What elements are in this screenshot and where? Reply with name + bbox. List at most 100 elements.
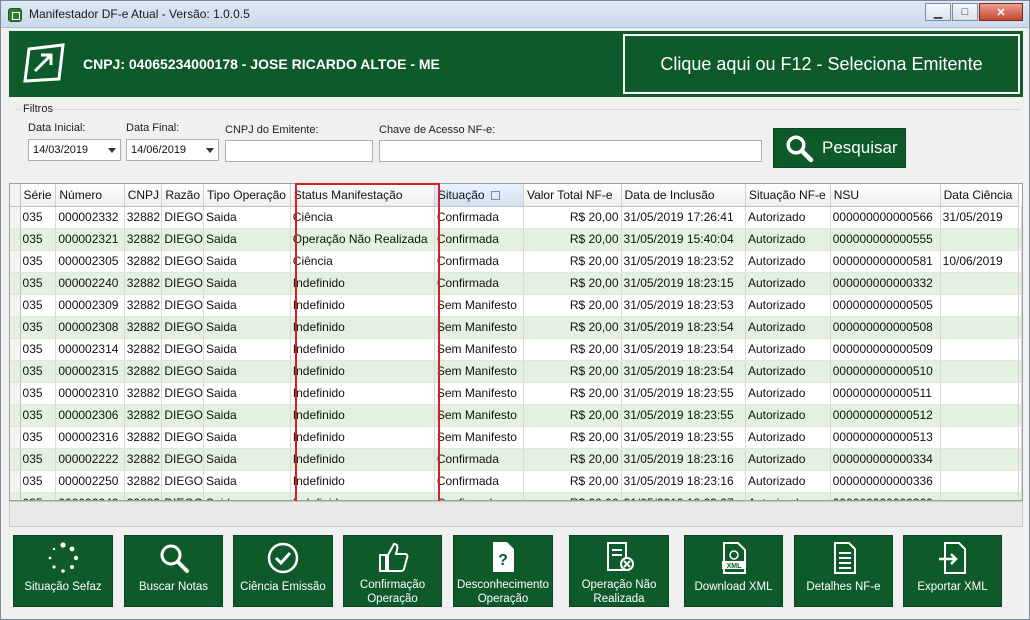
cell-tipo-operacao[interactable]: Saida <box>203 382 291 405</box>
cell-razao[interactable]: DIEGO <box>161 250 204 273</box>
cell-razao[interactable]: DIEGO <box>161 294 204 317</box>
cell-serie[interactable]: 035 <box>20 360 57 383</box>
cell-situacao-nfe[interactable]: Autorizado <box>745 206 831 229</box>
cell-serie[interactable]: 035 <box>20 228 57 251</box>
cell-razao[interactable]: DIEGO <box>161 272 204 295</box>
cell-cnpj[interactable]: 32882 <box>124 382 163 405</box>
row-header[interactable] <box>10 316 21 339</box>
title-bar[interactable]: Manifestador DF-e Atual - Versão: 1.0.0.… <box>1 1 1029 28</box>
column-header-status-manifestacao[interactable]: Status Manifestação <box>290 184 435 207</box>
cell-data-inclusao[interactable]: 31/05/2019 18:23:54 <box>621 360 747 383</box>
column-header-situacao[interactable]: Situação <box>434 184 524 207</box>
cell-numero[interactable]: 000002315 <box>55 360 125 383</box>
row-header[interactable] <box>10 338 21 361</box>
cell-tipo-operacao[interactable]: Saida <box>203 228 291 251</box>
cell-numero[interactable]: 000002222 <box>55 448 125 471</box>
cell-valor-total[interactable]: R$ 20,00 <box>523 492 622 500</box>
filter-icon[interactable] <box>490 191 500 201</box>
cell-status-manifestacao[interactable]: Indefinido <box>290 294 435 317</box>
cell-data-inclusao[interactable]: 31/05/2019 18:23:52 <box>621 250 747 273</box>
column-header-situacao-nfe[interactable]: Situação NF-e <box>745 184 831 207</box>
cell-status-manifestacao[interactable]: Ciência <box>290 250 435 273</box>
cell-status-manifestacao[interactable]: Indefinido <box>290 272 435 295</box>
cell-situacao-nfe[interactable]: Autorizado <box>745 250 831 273</box>
search-button[interactable]: Pesquisar <box>773 128 906 168</box>
cell-cnpj[interactable]: 32882 <box>124 272 163 295</box>
table-row[interactable]: 03500000224232882DIEGOSaidaIndefinidoCon… <box>10 492 1022 500</box>
horizontal-scrollbar[interactable] <box>9 501 1023 527</box>
row-header[interactable] <box>10 426 21 449</box>
cell-valor-total[interactable]: R$ 20,00 <box>523 448 622 471</box>
table-row[interactable]: 035 000002306 32882 DIEGO Saida Indefinido Sem… <box>10 404 1022 427</box>
cell-numero[interactable]: 000002308 <box>55 316 125 339</box>
cell-situacao-nfe[interactable]: Autorizado <box>745 404 831 427</box>
cell-numero[interactable]: 000002240 <box>55 272 125 295</box>
cell-numero[interactable]: 000002314 <box>55 338 125 361</box>
cell-situacao[interactable]: Sem Manifesto <box>434 294 524 317</box>
cell-data-inclusao[interactable]: 31/05/2019 18:23:55 <box>621 382 747 405</box>
cell-situacao[interactable]: Confirmada <box>434 272 524 295</box>
cell-status-manifestacao[interactable]: Indefinido <box>290 338 435 361</box>
restore-button[interactable]: □ <box>952 3 978 21</box>
cell-razao[interactable]: DIEGO <box>161 360 204 383</box>
cell-valor-total[interactable]: R$ 20,00 <box>523 228 622 251</box>
cell-data-ciencia[interactable] <box>940 316 1020 339</box>
exportar-xml-button[interactable]: Exportar XML <box>903 535 1002 607</box>
cell-razao[interactable]: DIEGO <box>161 206 204 229</box>
table-row[interactable]: 035 000002308 32882 DIEGO Saida Indefinido Sem… <box>10 316 1022 339</box>
cell-situacao[interactable]: Confirmada <box>434 250 524 273</box>
ciencia-emissao-button[interactable]: Ciência Emissão <box>233 535 333 607</box>
cell-razao[interactable]: DIEGO <box>161 228 204 251</box>
table-row[interactable]: 035 000002332 32882 DIEGO Saida Ciência Confir… <box>10 206 1022 229</box>
cell-tipo-operacao[interactable]: Saida <box>203 404 291 427</box>
cell-nsu[interactable]: 000000000000510 <box>830 360 941 383</box>
cell-situacao[interactable]: Sem Manifesto <box>434 382 524 405</box>
table-row[interactable]: 035 000002240 32882 DIEGO Saida Indefinido Con… <box>10 272 1022 295</box>
column-header-valor-total[interactable]: Valor Total NF-e <box>523 184 622 207</box>
row-header[interactable] <box>10 448 21 471</box>
cell-valor-total[interactable]: R$ 20,00 <box>523 426 622 449</box>
cell-nsu[interactable]: 000000000000360 <box>830 492 941 500</box>
cell-nsu[interactable]: 000000000000511 <box>830 382 941 405</box>
cnpj-emitente-input[interactable] <box>225 140 373 162</box>
buscar-notas-button[interactable]: Buscar Notas <box>124 535 223 607</box>
cell-situacao[interactable]: Confirmada <box>434 470 524 493</box>
table-row[interactable]: 035 000002321 32882 DIEGO Saida Operação Não … <box>10 228 1022 251</box>
cell-razao[interactable]: DIEGO <box>161 426 204 449</box>
cell-nsu[interactable]: 000000000000512 <box>830 404 941 427</box>
cell-situacao[interactable]: Confirmada <box>434 448 524 471</box>
cell-nsu[interactable]: 000000000000336 <box>830 470 941 493</box>
cell-data-inclusao[interactable]: 31/05/2019 18:23:16 <box>621 470 747 493</box>
cell-status-manifestacao[interactable]: Indefinido <box>290 316 435 339</box>
cell-numero[interactable]: 000002305 <box>55 250 125 273</box>
confirmacao-operacao-button[interactable]: Confirmação Operação <box>343 535 442 607</box>
cell-valor-total[interactable]: R$ 20,00 <box>523 382 622 405</box>
table-row[interactable]: 035 000002314 32882 DIEGO Saida Indefinido Sem… <box>10 338 1022 361</box>
cell-numero[interactable]: 000002306 <box>55 404 125 427</box>
cell-cnpj[interactable]: 32882 <box>124 426 163 449</box>
cell-data-ciencia[interactable] <box>940 404 1020 427</box>
cell-data-ciencia[interactable] <box>940 228 1020 251</box>
cell-serie[interactable]: 035 <box>20 448 57 471</box>
cell-razao[interactable]: DIEGO <box>161 448 204 471</box>
cell-razao[interactable]: DIEGO <box>161 492 204 500</box>
cell-tipo-operacao[interactable]: Saida <box>203 206 291 229</box>
situacao-sefaz-button[interactable]: Situação Sefaz <box>13 535 113 607</box>
chave-acesso-input[interactable] <box>379 140 762 162</box>
cell-serie[interactable]: 035 <box>20 426 57 449</box>
cell-data-ciencia[interactable] <box>940 382 1020 405</box>
cell-status-manifestacao[interactable]: Indefinido <box>290 360 435 383</box>
cell-situacao-nfe[interactable]: Autorizado <box>745 492 831 500</box>
data-inicial-picker[interactable]: 14/03/2019 <box>28 139 121 161</box>
cell-situacao-nfe[interactable]: Autorizado <box>745 382 831 405</box>
cell-serie[interactable]: 035 <box>20 206 57 229</box>
download-xml-button[interactable]: XML Download XML <box>684 535 783 607</box>
row-header[interactable] <box>10 360 21 383</box>
column-header-cnpj[interactable]: CNPJ <box>124 184 163 207</box>
cell-razao[interactable]: DIEGO <box>161 404 204 427</box>
detalhes-nfe-button[interactable]: Detalhes NF-e <box>794 535 893 607</box>
cell-status-manifestacao[interactable]: Indefinido <box>290 448 435 471</box>
cell-nsu[interactable]: 000000000000566 <box>830 206 941 229</box>
cell-tipo-operacao[interactable]: Saida <box>203 492 291 500</box>
cell-tipo-operacao[interactable]: Saida <box>203 470 291 493</box>
